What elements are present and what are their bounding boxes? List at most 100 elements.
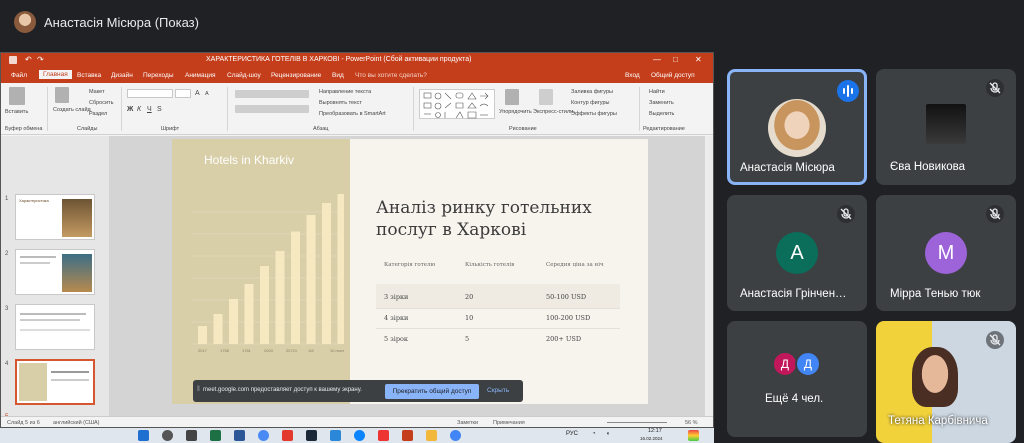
presenter-title: Анастасія Місюра (Показ) <box>44 15 199 30</box>
font-family-select[interactable] <box>127 89 173 98</box>
quick-styles-icon[interactable] <box>539 89 553 105</box>
font-size-select[interactable] <box>175 89 191 98</box>
keyboard-language[interactable]: РУС <box>566 431 578 437</box>
editor-scrollbar[interactable] <box>705 136 713 416</box>
minimize-button[interactable]: — <box>653 56 661 64</box>
task-view-icon[interactable] <box>186 430 197 441</box>
underline-button[interactable]: Ч <box>147 106 152 113</box>
tab-animation[interactable]: Анимация <box>185 72 216 79</box>
tell-me-search[interactable]: Что вы хотите сделать? <box>355 72 427 79</box>
find-button[interactable]: Найти <box>649 89 665 95</box>
zoom-icon[interactable] <box>258 430 269 441</box>
powerpoint-icon[interactable] <box>402 430 413 441</box>
table-cell: 50-100 USD <box>546 293 587 301</box>
paste-icon[interactable] <box>9 87 25 105</box>
close-button[interactable]: ✕ <box>695 56 702 64</box>
participant-tile-anastasia-misiura[interactable]: Анастасія Місюра <box>727 69 867 185</box>
speaking-indicator-icon <box>837 80 859 102</box>
word-icon[interactable] <box>234 430 245 441</box>
taskbar-date[interactable]: 16.02.2024 <box>640 436 663 441</box>
font-shrink-icon[interactable]: A <box>205 91 209 97</box>
slide-thumbnail-3[interactable] <box>15 304 95 350</box>
smartart-button[interactable]: Преобразовать в SmartArt <box>319 111 386 117</box>
table-cell: 5 зірок <box>384 335 408 343</box>
steam-icon[interactable] <box>306 430 317 441</box>
table-cell: 10 <box>465 314 474 322</box>
shape-fill-button[interactable]: Заливка фигуры <box>571 89 613 95</box>
opera-icon[interactable] <box>378 430 389 441</box>
table-divider <box>376 328 620 329</box>
participant-tile-more[interactable]: Д Д Ещё 4 чел. <box>727 321 867 437</box>
tab-slideshow[interactable]: Слайд-шоу <box>227 72 261 79</box>
tab-insert[interactable]: Вставка <box>77 72 101 79</box>
ppt-window-title: ХАРАКТЕРИСТИКА ГОТЕЛІВ В ХАРКОВІ - Power… <box>206 56 472 63</box>
replace-button[interactable]: Заменить <box>649 100 674 106</box>
shape-effects-button[interactable]: Эффекты фигуры <box>571 111 617 117</box>
ppt-status-bar: Слайд 5 из 6 английский (США) Заметки Пр… <box>1 416 713 427</box>
search-icon[interactable] <box>162 430 173 441</box>
bold-button[interactable]: Ж <box>127 106 133 113</box>
shapes-gallery[interactable] <box>419 89 495 119</box>
hide-banner-button[interactable]: Скрыть <box>487 387 509 394</box>
excel-icon[interactable] <box>210 430 221 441</box>
shape-outline-button[interactable]: Контур фигуры <box>571 100 609 106</box>
maximize-button[interactable]: □ <box>673 56 678 64</box>
participant-tile-mirra[interactable]: М Мірра Тенью тюк <box>876 195 1016 311</box>
tab-transitions[interactable]: Переходы <box>143 72 174 79</box>
align-buttons-icon[interactable] <box>235 105 309 113</box>
wifi-icon[interactable]: ◔ <box>592 431 596 437</box>
notes-button[interactable]: Заметки <box>457 420 478 426</box>
text-direction-button[interactable]: Направление текста <box>319 89 371 95</box>
drag-handle-icon[interactable]: ‖ <box>197 386 200 393</box>
edge-icon[interactable] <box>354 430 365 441</box>
italic-button[interactable]: К <box>137 106 141 113</box>
strike-button[interactable]: S <box>157 106 162 113</box>
select-button[interactable]: Выделить <box>649 111 674 117</box>
chart-bar <box>337 194 344 344</box>
zoom-slider[interactable] <box>607 422 667 423</box>
new-slide-icon[interactable] <box>55 87 69 103</box>
align-text-button[interactable]: Выровнять текст <box>319 100 362 106</box>
redo-icon[interactable]: ↷ <box>37 55 44 64</box>
participant-tile-tetiana[interactable]: Тетяна Карбівнича <box>876 321 1016 443</box>
yandex-icon[interactable] <box>282 430 293 441</box>
layout-button[interactable]: Макет <box>89 89 105 95</box>
new-slide-button[interactable]: Создать слайд <box>53 107 91 113</box>
section-button[interactable]: Раздел <box>89 111 107 117</box>
taskbar-time[interactable]: 12:17 <box>648 428 662 434</box>
ribbon-home: Вставить Буфер обмена Создать слайд Маке… <box>1 83 713 135</box>
share-button[interactable]: Общий доступ <box>651 72 695 79</box>
participant-tile-anastasia-hrinchenko[interactable]: А Анастасія Грінчен… <box>727 195 867 311</box>
tab-file[interactable]: Файл <box>11 72 27 79</box>
paste-button[interactable]: Вставить <box>5 109 28 115</box>
slide-thumbnail-5-selected[interactable] <box>15 359 95 405</box>
list-buttons-icon[interactable] <box>235 90 309 98</box>
arrange-icon[interactable] <box>505 89 519 105</box>
undo-icon[interactable]: ↶ <box>25 55 32 64</box>
zoom-level[interactable]: 56 % <box>685 420 698 426</box>
telegram-icon[interactable] <box>330 430 341 441</box>
start-icon[interactable] <box>138 430 149 441</box>
quick-styles-button[interactable]: Экспресс-стили <box>533 109 573 115</box>
chrome-icon[interactable] <box>450 430 461 441</box>
reset-button[interactable]: Сбросить <box>89 100 113 106</box>
comments-button[interactable]: Примечания <box>493 420 525 426</box>
save-icon[interactable] <box>9 56 17 64</box>
tab-design[interactable]: Дизайн <box>111 72 133 79</box>
widget-icon[interactable] <box>688 430 699 441</box>
slide-thumbnail-2[interactable] <box>15 249 95 295</box>
tab-view[interactable]: Вид <box>332 72 344 79</box>
language-indicator[interactable]: английский (США) <box>53 420 100 426</box>
volume-icon[interactable]: ◖ <box>606 431 610 437</box>
font-grow-icon[interactable]: A <box>195 90 200 97</box>
arrange-button[interactable]: Упорядочить <box>499 109 532 115</box>
tab-home[interactable]: Главная <box>39 70 72 79</box>
chart-x-tick-label: 10 more <box>330 348 344 353</box>
slide-thumbnail-1[interactable]: Характеристика <box>15 194 95 240</box>
participant-name: Тетяна Карбівнича <box>888 415 988 427</box>
signin-link[interactable]: Вход <box>625 72 640 79</box>
stop-sharing-button[interactable]: Прекратить общий доступ <box>385 384 479 399</box>
explorer-icon[interactable] <box>426 430 437 441</box>
tab-review[interactable]: Рецензирование <box>271 72 321 79</box>
participant-tile-yeva-novykova[interactable]: Єва Новикова <box>876 69 1016 185</box>
